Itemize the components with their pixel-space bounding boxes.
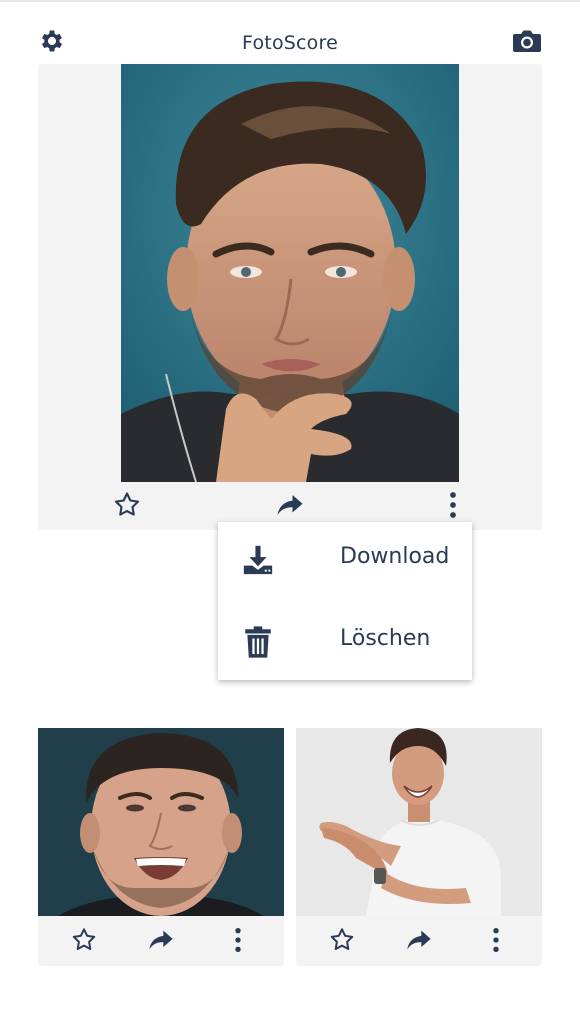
main-photo[interactable] — [121, 64, 459, 482]
more-vertical-icon — [493, 927, 499, 953]
more-options-button[interactable] — [436, 488, 470, 522]
share-button[interactable] — [402, 923, 436, 957]
menu-item-download[interactable]: Download — [218, 522, 472, 598]
more-vertical-icon — [235, 927, 241, 953]
star-outline-icon — [72, 928, 96, 950]
more-options-button[interactable] — [479, 923, 513, 957]
main-photo-card — [38, 64, 542, 530]
menu-item-delete[interactable]: Löschen — [218, 604, 472, 680]
favorite-button[interactable] — [67, 923, 101, 957]
more-options-button[interactable] — [221, 923, 255, 957]
trash-icon — [240, 624, 276, 660]
grid-photo-card — [296, 728, 542, 966]
more-vertical-icon — [450, 492, 456, 518]
grid-photo[interactable] — [296, 728, 542, 916]
share-arrow-icon — [277, 495, 303, 515]
favorite-button[interactable] — [110, 488, 144, 522]
grid-photo-card — [38, 728, 284, 966]
menu-label-download: Download — [340, 544, 450, 569]
share-arrow-icon — [407, 930, 431, 950]
share-button[interactable] — [273, 488, 307, 522]
menu-label-delete: Löschen — [340, 626, 431, 651]
context-menu: Download Löschen — [218, 522, 472, 680]
star-outline-icon — [330, 928, 354, 950]
favorite-button[interactable] — [325, 923, 359, 957]
share-arrow-icon — [149, 930, 173, 950]
star-outline-icon — [114, 492, 140, 516]
app-title: FotoScore — [242, 32, 338, 54]
camera-icon[interactable] — [512, 26, 542, 56]
grid-photo[interactable] — [38, 728, 284, 916]
share-button[interactable] — [144, 923, 178, 957]
download-icon — [240, 542, 276, 578]
app-header: FotoScore — [0, 2, 580, 62]
